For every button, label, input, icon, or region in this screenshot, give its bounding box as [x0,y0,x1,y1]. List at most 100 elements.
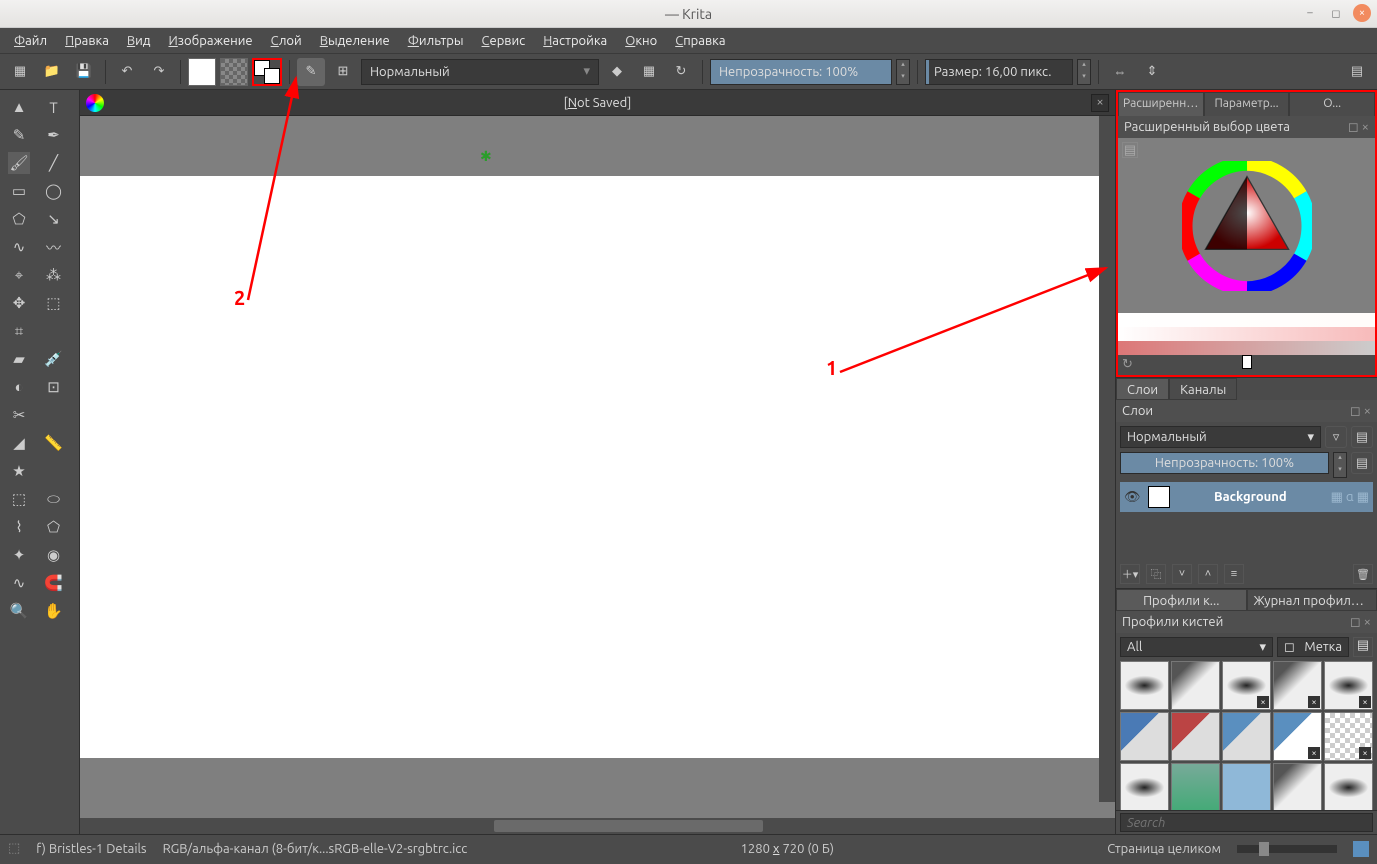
layer-visibility-icon[interactable]: 👁 [1124,490,1142,505]
brush-preset[interactable] [1120,661,1169,710]
freehand-path-tool[interactable]: 〰 [43,236,65,258]
mirror-v-button[interactable]: ⇕ [1138,58,1166,86]
menu-help[interactable]: Справка [667,32,733,50]
delete-layer-button[interactable]: 🗑 [1353,564,1373,584]
brush-preset[interactable] [1171,712,1220,761]
multibrush-tool[interactable]: ⁂ [43,264,65,286]
brush-preset[interactable]: × [1324,661,1373,710]
layer-row-background[interactable]: 👁 Background ▦ α ▦ [1120,482,1373,512]
brush-preset[interactable]: × [1273,712,1322,761]
menu-window[interactable]: Окно [617,32,665,50]
brush-docker-controls-icon[interactable]: ◻ × [1350,615,1371,630]
layer-props-icon[interactable]: ▤ [1351,452,1373,474]
rect-select-tool[interactable]: ⬚ [8,488,30,510]
opacity-slider[interactable]: Непрозрачность: 100% [710,59,892,85]
brush-editor-button[interactable]: ⊞ [329,58,357,86]
menu-layer[interactable]: Слой [263,32,310,50]
size-slider[interactable]: Размер: 16,00 пикс. [925,59,1073,85]
layer-props-button[interactable]: ≡ [1224,564,1244,584]
poly-select-tool[interactable]: ⬠ [43,516,65,538]
transform-tool[interactable]: ▲ [8,96,30,118]
layers-tab[interactable]: Слои [1116,378,1169,400]
ellipse-tool[interactable]: ◯ [43,180,65,202]
menu-tools[interactable]: Сервис [474,32,534,50]
horizontal-scrollbar[interactable] [80,818,1115,834]
freehand-select-tool[interactable]: ⌇ [8,516,30,538]
save-file-button[interactable]: 💾 [70,58,98,86]
docker-tab-overview[interactable]: О... [1289,92,1375,116]
window-minimize-button[interactable]: – [1301,4,1319,22]
layer-down-button[interactable]: ˅ [1172,564,1192,584]
blend-mode-dropdown[interactable]: Нормальный▾ [361,59,599,85]
menu-edit[interactable]: Правка [57,32,117,50]
polyline-tool[interactable]: ↘ [43,208,65,230]
opacity-spinner[interactable]: ▴▾ [896,59,910,85]
polygon-tool[interactable]: ⬠ [8,208,30,230]
pan-tool[interactable]: ✋ [43,600,65,622]
smart-patch-tool[interactable]: ✂ [8,404,30,426]
layer-locks-icons[interactable]: ▦ α ▦ [1331,490,1369,505]
channels-tab[interactable]: Каналы [1169,378,1237,400]
brush-tag-dropdown[interactable]: ◻ Метка [1277,637,1349,657]
brush-preset[interactable]: × [1324,712,1373,761]
freehand-brush-tool[interactable]: 🖌 [8,152,30,174]
contig-select-tool[interactable]: ✦ [8,544,30,566]
menu-select[interactable]: Выделение [312,32,398,50]
brush-preset[interactable] [1171,763,1220,810]
line-tool[interactable]: ╱ [43,152,65,174]
size-spinner[interactable]: ▴▾ [1077,59,1091,85]
new-file-button[interactable]: ▦ [6,58,34,86]
open-file-button[interactable]: 📁 [38,58,66,86]
canvas[interactable] [80,176,1115,758]
brush-preset[interactable] [1324,763,1373,810]
color-config-icon[interactable]: ▤ [1122,142,1138,158]
brush-preset[interactable] [1120,763,1169,810]
fg-bg-color-selector[interactable] [252,58,282,86]
color-history-icon[interactable]: ↻ [1122,357,1133,371]
undo-button[interactable]: ↶ [113,58,141,86]
brush-preset[interactable]: × [1273,661,1322,710]
gradient-tool[interactable]: ◐ [8,376,30,398]
dyna-tool[interactable]: ⌖ [8,264,30,286]
layer-opacity-slider[interactable]: Непрозрачность: 100% [1120,452,1329,474]
pattern-swatch[interactable] [220,58,248,86]
brush-preset[interactable] [1222,712,1271,761]
color-sliders[interactable] [1118,313,1375,355]
vertical-scrollbar[interactable] [1099,116,1115,802]
gradient-swatch[interactable] [188,58,216,86]
measure-tool[interactable]: 📏 [43,432,65,454]
window-maximize-button[interactable]: ◻ [1327,4,1345,22]
brush-history-tab[interactable]: Журнал профилей к... [1247,589,1377,611]
brush-preset[interactable] [1171,661,1220,710]
ellipse-select-tool[interactable]: ⬭ [43,488,65,510]
redo-button[interactable]: ↷ [145,58,173,86]
bezier-tool[interactable]: ∿ [8,236,30,258]
zoom-tool[interactable]: 🔍 [8,600,30,622]
menu-file[interactable]: Файл [6,32,55,50]
menu-image[interactable]: Изображение [160,32,260,50]
layer-up-button[interactable]: ˄ [1198,564,1218,584]
color-wheel[interactable]: ▤ [1118,138,1375,313]
zoom-mode-dropdown[interactable]: Страница целиком [1107,842,1221,856]
docker-float-close-icons[interactable]: ◻ × [1348,120,1369,135]
workspace-button[interactable]: ▤ [1343,58,1371,86]
pattern-edit-tool[interactable]: ⊡ [43,376,65,398]
close-document-button[interactable]: × [1091,94,1109,112]
rectangle-tool[interactable]: ▭ [8,180,30,202]
brush-presets-tab[interactable]: Профили к... [1116,589,1247,611]
reload-preset-button[interactable]: ↻ [667,58,695,86]
brush-search-input[interactable] [1120,813,1373,832]
selection-mode-icon[interactable]: ⬚ [8,841,20,856]
fill-tool[interactable]: ▰ [8,348,30,370]
brush-preset[interactable] [1222,763,1271,810]
layer-blend-dropdown[interactable]: Нормальный▾ [1120,426,1321,448]
mirror-h-button[interactable]: ⇔ [1106,58,1134,86]
eraser-toggle[interactable]: ◆ [603,58,631,86]
edit-shapes-tool[interactable]: ✎ [8,124,30,146]
magnetic-select-tool[interactable]: 🧲 [43,572,65,594]
brush-view-mode-icon[interactable]: ▤ [1353,637,1373,657]
menu-settings[interactable]: Настройка [535,32,615,50]
alpha-lock-toggle[interactable]: ▦ [635,58,663,86]
menu-view[interactable]: Вид [119,32,159,50]
window-close-button[interactable]: × [1353,4,1371,22]
